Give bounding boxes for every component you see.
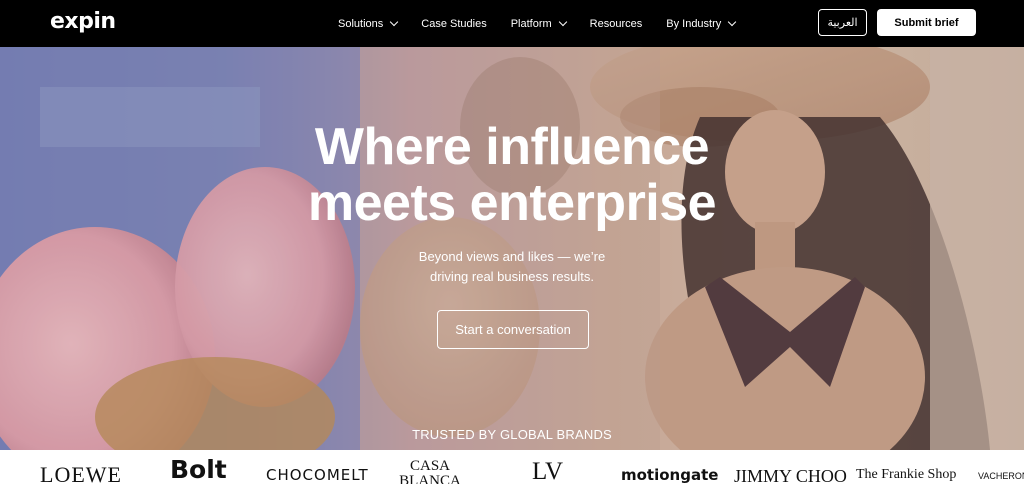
brand-logo-motiongate: motiongate bbox=[621, 466, 719, 484]
subheading-line: driving real business results. bbox=[429, 269, 595, 284]
chevron-down-icon bbox=[728, 17, 737, 27]
menu-item-label: By Industry bbox=[666, 17, 722, 30]
start-conversation-button[interactable]: Start a conversation bbox=[437, 310, 589, 349]
hero-section: Where influence meets enterprise Beyond … bbox=[0, 47, 1024, 450]
brand-logo-chocomelt: CHOCOMELT bbox=[266, 466, 369, 484]
menu-item-by-industry[interactable]: By Industry bbox=[666, 17, 737, 30]
submit-brief-button[interactable]: Submit brief bbox=[877, 9, 976, 36]
brand-logo-louis-vuitton: LV bbox=[532, 458, 564, 484]
menu-item-resources[interactable]: Resources bbox=[590, 18, 643, 30]
headline-line: meets enterprise bbox=[307, 174, 717, 232]
menu-item-platform[interactable]: Platform bbox=[510, 17, 567, 30]
top-navigation: expin Solutions Case Studies Platform Re… bbox=[0, 0, 1024, 47]
brand-logo-bolt: Bolt bbox=[170, 455, 227, 484]
brand-logo-loewe: LOEWE bbox=[40, 462, 122, 484]
chevron-down-icon bbox=[390, 17, 399, 27]
hero-subheading: Beyond views and likes — we’re driving r… bbox=[0, 247, 1024, 287]
brand-logo-casablanca: CASA BLANCA bbox=[399, 458, 461, 484]
trusted-brands-label: TRUSTED BY GLOBAL BRANDS bbox=[412, 427, 612, 442]
brand-logo-frankie-shop: The Frankie Shop bbox=[856, 467, 957, 482]
main-menu: Solutions Case Studies Platform Resource… bbox=[338, 0, 759, 47]
headline-line: Where influence bbox=[314, 118, 710, 176]
subheading-line: Beyond views and likes — we’re bbox=[418, 249, 606, 264]
menu-item-label: Resources bbox=[589, 17, 643, 30]
menu-item-case-studies[interactable]: Case Studies bbox=[421, 18, 486, 30]
hero-headline: Where influence meets enterprise bbox=[0, 119, 1024, 231]
menu-item-label: Solutions bbox=[338, 17, 384, 30]
brand-logo-vacheron: VACHERON C bbox=[978, 471, 1024, 481]
brand-logo-strip: LOEWE Bolt CHOCOMELT CASA BLANCA LV moti… bbox=[0, 450, 1024, 484]
language-toggle-button[interactable]: العربية bbox=[818, 9, 867, 36]
brand-logo-jimmy-choo: JIMMY CHOO bbox=[734, 466, 847, 484]
menu-item-label: Case Studies bbox=[421, 17, 487, 30]
expin-logo[interactable]: expin bbox=[50, 9, 116, 34]
chevron-down-icon bbox=[558, 17, 567, 27]
menu-item-solutions[interactable]: Solutions bbox=[338, 17, 399, 30]
menu-item-label: Platform bbox=[510, 17, 552, 30]
